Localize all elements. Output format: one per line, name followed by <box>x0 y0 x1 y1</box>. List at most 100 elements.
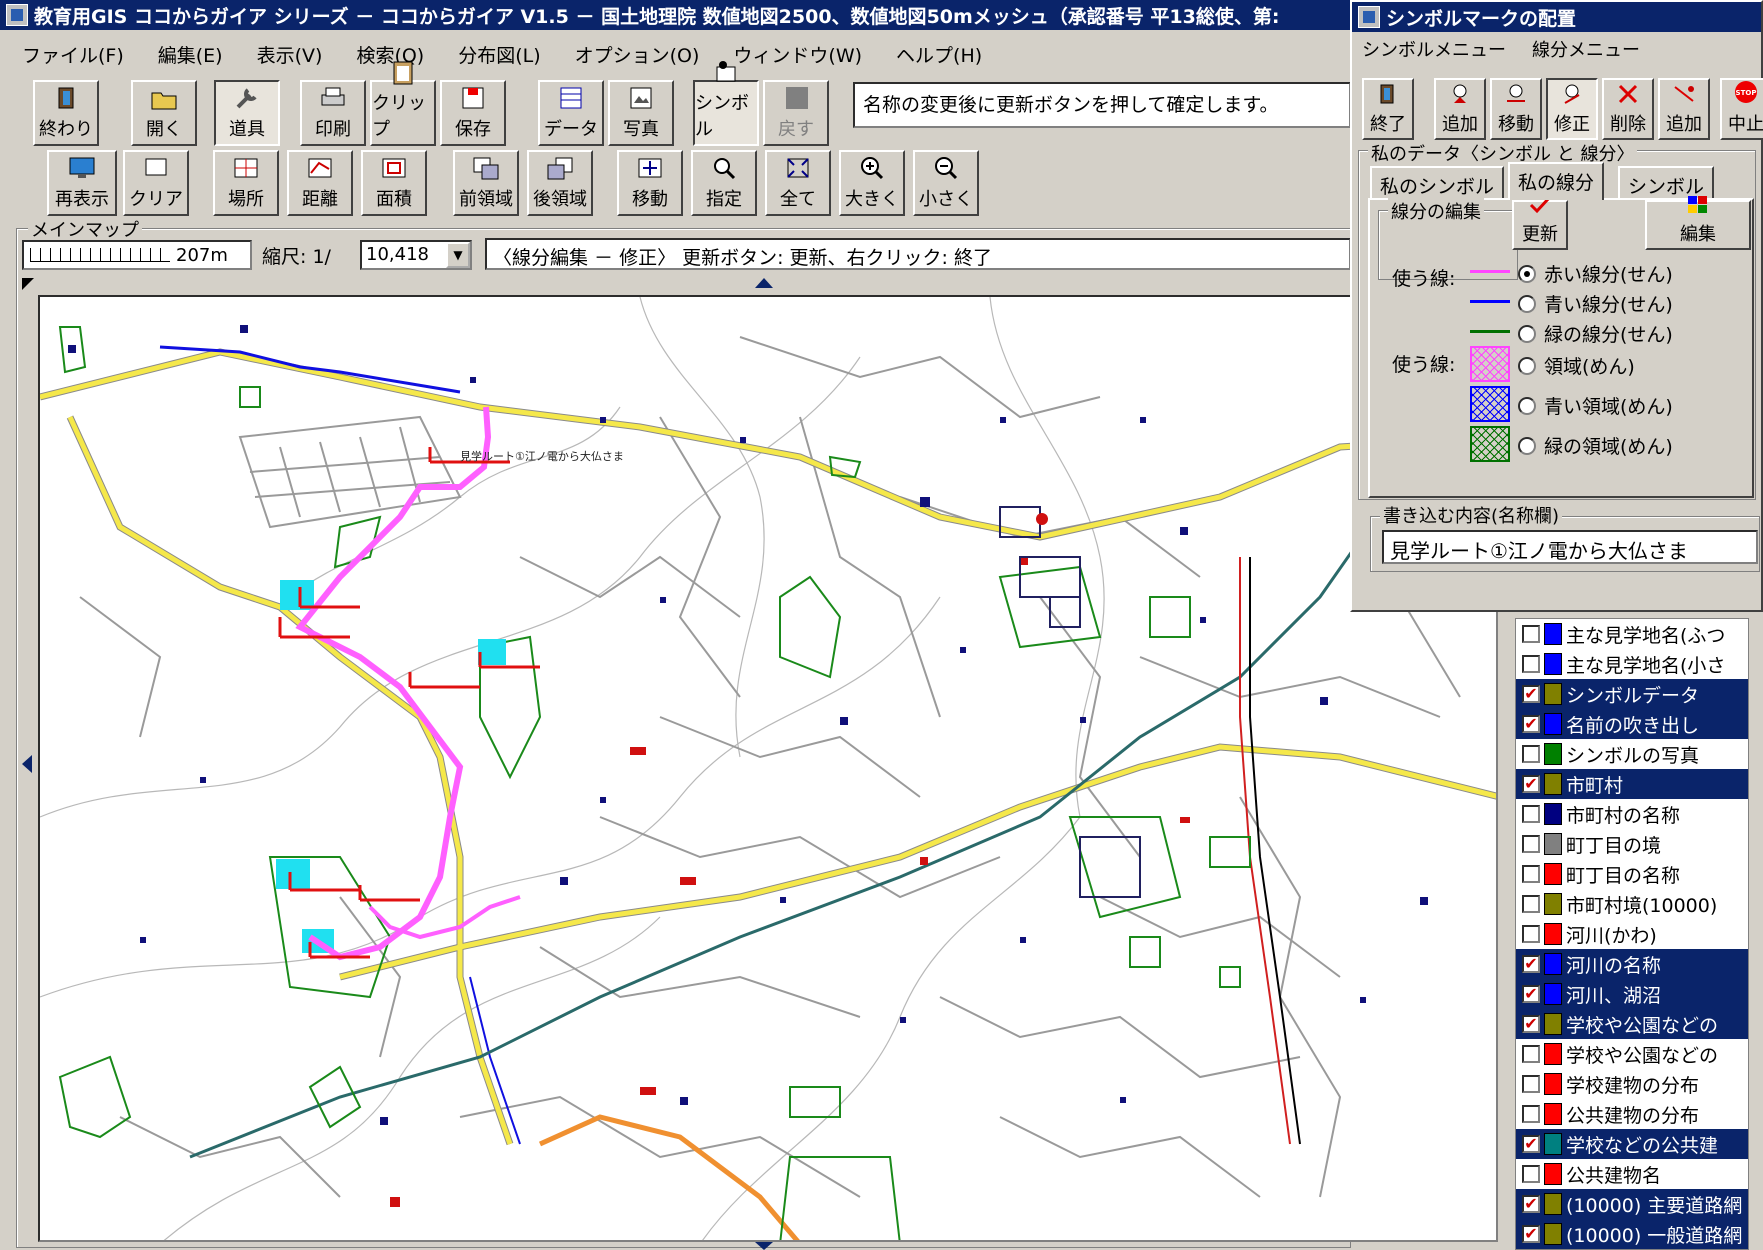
layer-row[interactable]: シンボルの写真 <box>1516 739 1748 769</box>
radio-button[interactable] <box>1518 294 1536 313</box>
map-canvas[interactable]: 見学ルート①江ノ電から大仏さま <box>38 295 1498 1242</box>
layer-checkbox[interactable] <box>1522 1105 1540 1123</box>
distance-button[interactable]: 距離 <box>287 150 353 216</box>
area-option[interactable]: 緑の領域(めん) <box>1518 432 1673 459</box>
dialog-move-symbol-button[interactable]: 移動 <box>1490 78 1542 140</box>
layer-row[interactable]: 公共建物の分布 <box>1516 1099 1748 1129</box>
chevron-down-icon[interactable]: ▼ <box>446 242 470 268</box>
radio-button[interactable] <box>1518 396 1536 415</box>
layer-checkbox[interactable] <box>1522 1075 1540 1093</box>
tab-my-lines[interactable]: 私の線分 <box>1508 162 1605 200</box>
layer-checkbox[interactable]: ✔ <box>1522 1225 1540 1243</box>
line-option[interactable]: 緑の線分(せん) <box>1518 320 1673 347</box>
dialog-exit-button[interactable]: 終了 <box>1362 78 1414 140</box>
tab-my-symbols[interactable]: 私のシンボル <box>1370 166 1505 200</box>
dialog-edit-symbol-button[interactable]: 修正 <box>1546 78 1598 140</box>
menu-options[interactable]: オプション(O) <box>575 41 700 68</box>
area-button[interactable]: 面積 <box>361 150 427 216</box>
layer-row[interactable]: 公共建物名 <box>1516 1159 1748 1189</box>
zoom-in-button[interactable]: 大きく <box>839 150 905 216</box>
pan-button[interactable]: 移動 <box>617 150 683 216</box>
layer-row[interactable]: 主な見学地名(ふつ <box>1516 619 1748 649</box>
menu-help[interactable]: ヘルプ(H) <box>896 41 982 68</box>
radio-button[interactable] <box>1518 436 1536 455</box>
layer-row[interactable]: ✔ 市町村 <box>1516 769 1748 799</box>
zoom-out-button[interactable]: 小さく <box>913 150 979 216</box>
next-extent-button[interactable]: 後領域 <box>527 150 593 216</box>
layer-row[interactable]: 市町村の名称 <box>1516 799 1748 829</box>
radio-button[interactable] <box>1518 264 1536 283</box>
clear-button[interactable]: クリア <box>123 150 189 216</box>
layer-checkbox[interactable] <box>1522 1045 1540 1063</box>
print-button[interactable]: 印刷 <box>300 80 366 146</box>
layer-row[interactable]: ✔ (10000) 主要道路網 <box>1516 1189 1748 1219</box>
tools-button[interactable]: 道具 <box>214 80 280 146</box>
nw-arrow-icon[interactable] <box>22 278 34 290</box>
layer-row[interactable]: ✔ 河川、湖沼 <box>1516 979 1748 1009</box>
layer-checkbox[interactable]: ✔ <box>1522 985 1540 1003</box>
layer-checkbox[interactable]: ✔ <box>1522 775 1540 793</box>
layer-row[interactable]: ✔ 学校や公園などの <box>1516 1009 1748 1039</box>
layer-checkbox[interactable]: ✔ <box>1522 685 1540 703</box>
radio-button[interactable] <box>1518 324 1536 343</box>
scale-select[interactable]: 10,418 ▼ <box>360 240 472 270</box>
layer-checkbox[interactable] <box>1522 745 1540 763</box>
save-button[interactable]: 保存 <box>440 80 506 146</box>
clip-button[interactable]: クリップ <box>370 61 436 146</box>
area-option[interactable]: 青い領域(めん) <box>1518 392 1673 419</box>
previous-extent-button[interactable]: 前領域 <box>453 150 519 216</box>
scroll-up-icon[interactable] <box>755 278 773 288</box>
menu-edit[interactable]: 編集(E) <box>158 41 223 68</box>
update-button[interactable]: 更新 <box>1512 196 1568 250</box>
layer-checkbox[interactable] <box>1522 805 1540 823</box>
dialog-add-symbol-button[interactable]: 追加 <box>1434 78 1486 140</box>
exit-button[interactable]: 終わり <box>33 80 99 146</box>
layer-checkbox[interactable] <box>1522 655 1540 673</box>
edit-button[interactable]: 編集 <box>1645 196 1751 250</box>
dialog-stop-button[interactable]: STOP 中止 <box>1720 78 1763 140</box>
layer-checkbox[interactable]: ✔ <box>1522 1135 1540 1153</box>
menu-distribution[interactable]: 分布図(L) <box>458 41 540 68</box>
layer-row[interactable]: ✔ 河川の名称 <box>1516 949 1748 979</box>
open-button[interactable]: 開く <box>131 80 197 146</box>
area-option[interactable]: 領域(めん) <box>1518 352 1635 379</box>
layer-checkbox[interactable] <box>1522 1165 1540 1183</box>
layer-checkbox[interactable]: ✔ <box>1522 1195 1540 1213</box>
photo-button[interactable]: 写真 <box>608 80 674 146</box>
dialog-add-line-button[interactable]: 追加 <box>1658 78 1710 140</box>
redraw-button[interactable]: 再表示 <box>47 150 117 216</box>
layer-row[interactable]: 町丁目の名称 <box>1516 859 1748 889</box>
layer-checkbox[interactable] <box>1522 835 1540 853</box>
dialog-delete-symbol-button[interactable]: 削除 <box>1602 78 1654 140</box>
layer-checkbox[interactable]: ✔ <box>1522 715 1540 733</box>
layer-row[interactable]: 学校建物の分布 <box>1516 1069 1748 1099</box>
menu-line[interactable]: 線分メニュー <box>1532 36 1640 62</box>
layer-checkbox[interactable] <box>1522 925 1540 943</box>
layer-checkbox[interactable] <box>1522 895 1540 913</box>
layer-row[interactable]: ✔ 名前の吹き出し <box>1516 709 1748 739</box>
layer-checkbox[interactable] <box>1522 865 1540 883</box>
content-input[interactable]: 見学ルート①江ノ電から大仏さま <box>1382 530 1758 564</box>
undo-button[interactable]: 戻す <box>763 80 829 146</box>
menu-symbol[interactable]: シンボルメニュー <box>1362 36 1506 62</box>
radio-button[interactable] <box>1518 356 1536 375</box>
layer-row[interactable]: 市町村境(10000) <box>1516 889 1748 919</box>
layer-row[interactable]: 町丁目の境 <box>1516 829 1748 859</box>
symbol-button[interactable]: シンボル <box>693 61 759 146</box>
layer-row[interactable]: ✔ シンボルデータ <box>1516 679 1748 709</box>
full-extent-button[interactable]: 全て <box>765 150 831 216</box>
scroll-down-icon[interactable] <box>755 1242 773 1250</box>
menu-file[interactable]: ファイル(F) <box>22 41 124 68</box>
line-option[interactable]: 赤い線分(せん) <box>1518 260 1673 287</box>
line-option[interactable]: 青い線分(せん) <box>1518 290 1673 317</box>
scroll-left-icon[interactable] <box>22 755 32 773</box>
select-zoom-button[interactable]: 指定 <box>691 150 757 216</box>
layer-checkbox[interactable]: ✔ <box>1522 1015 1540 1033</box>
layer-checkbox[interactable]: ✔ <box>1522 955 1540 973</box>
layer-row[interactable]: ✔ (10000) 一般道路網 <box>1516 1219 1748 1249</box>
layer-row[interactable]: 主な見学地名(小さ <box>1516 649 1748 679</box>
layer-checkbox[interactable] <box>1522 625 1540 643</box>
layer-row[interactable]: 河川(かわ) <box>1516 919 1748 949</box>
data-button[interactable]: データ <box>538 80 604 146</box>
menu-window[interactable]: ウィンドウ(W) <box>733 41 862 68</box>
